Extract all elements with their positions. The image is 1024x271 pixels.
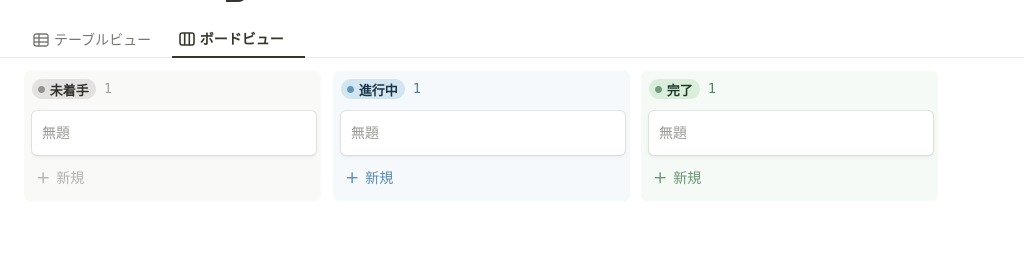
new-card-label: 新規 <box>673 171 702 187</box>
view-tabs: テーブルビュー ボードビュー <box>0 22 1024 58</box>
status-label: 未着手 <box>50 83 90 99</box>
plus-icon: + <box>36 167 51 188</box>
status-label: 完了 <box>667 83 694 99</box>
column-header: 完了 1 <box>649 79 716 99</box>
board-card[interactable]: 無題 <box>341 111 625 155</box>
plus-icon: + <box>345 167 360 188</box>
table-icon <box>33 32 49 47</box>
board-column-in-progress: 進行中 1 無題 + 新規 <box>333 71 630 201</box>
column-header: 未着手 1 <box>32 79 112 99</box>
board-page: テーブルビュー ボードビュー 未着手 1 無題 + 新規 進行中 1 無題 + … <box>0 0 1024 271</box>
new-card-label: 新規 <box>56 171 85 187</box>
status-dot-icon <box>655 85 662 93</box>
board-card[interactable]: 無題 <box>32 111 316 155</box>
tab-label: ボードビュー <box>200 32 284 48</box>
board-icon <box>179 32 195 46</box>
card-title: 無題 <box>351 126 379 142</box>
new-card-label: 新規 <box>365 171 394 187</box>
status-badge[interactable]: 未着手 <box>32 79 97 99</box>
new-card-button[interactable]: + 新規 <box>653 167 701 189</box>
status-label: 進行中 <box>359 83 399 99</box>
column-header: 進行中 1 <box>341 79 421 99</box>
plus-icon: + <box>653 167 668 188</box>
board-card[interactable]: 無題 <box>649 111 933 155</box>
status-dot-icon <box>347 85 354 93</box>
card-title: 無題 <box>42 126 70 142</box>
new-card-button[interactable]: + 新規 <box>345 167 393 189</box>
board-column-not-started: 未着手 1 無題 + 新規 <box>24 71 321 201</box>
column-count: 1 <box>708 81 717 97</box>
column-count: 1 <box>104 81 113 97</box>
new-card-button[interactable]: + 新規 <box>36 167 84 189</box>
status-badge[interactable]: 進行中 <box>341 79 406 99</box>
status-badge[interactable]: 完了 <box>649 79 701 99</box>
tab-table-view[interactable]: テーブルビュー <box>33 22 151 57</box>
card-title: 無題 <box>659 126 687 142</box>
column-count: 1 <box>413 81 422 97</box>
board-column-done: 完了 1 無題 + 新規 <box>641 71 938 201</box>
page-title-fragment <box>226 0 248 2</box>
tab-label: テーブルビュー <box>54 32 152 49</box>
tab-board-view[interactable]: ボードビュー <box>172 22 305 58</box>
status-dot-icon <box>38 85 45 93</box>
